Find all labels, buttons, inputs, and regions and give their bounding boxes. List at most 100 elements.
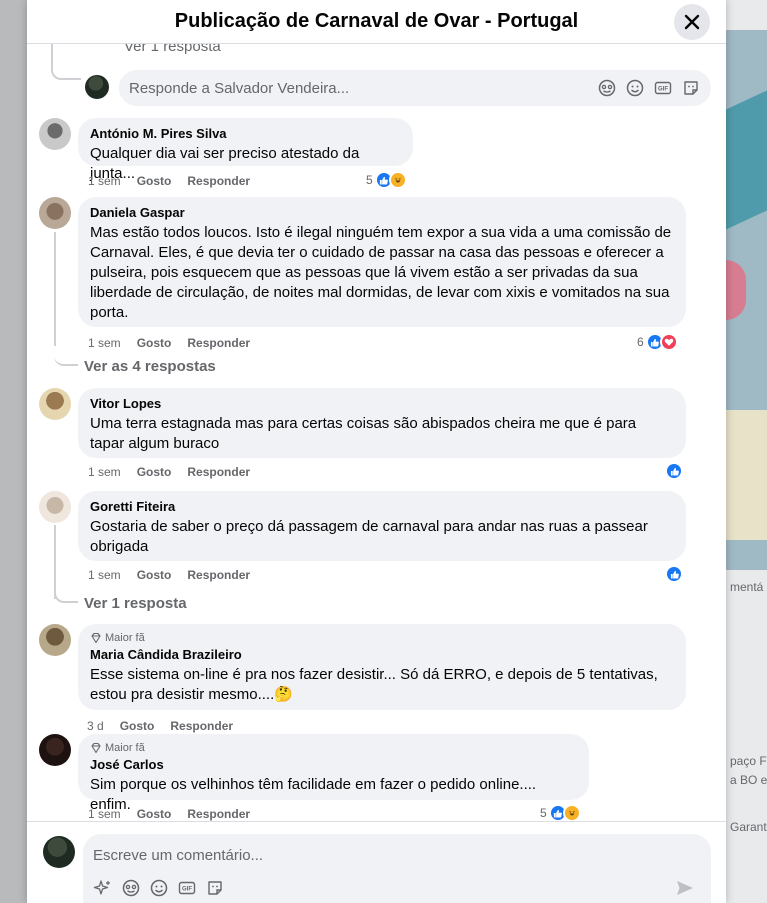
reaction-count: 5 <box>366 173 373 187</box>
emoji-icon[interactable] <box>149 878 169 898</box>
emoji-icon[interactable] <box>625 78 645 98</box>
reaction-summary[interactable]: 5 <box>540 804 581 821</box>
comment-actions: 1 sem Gosto Responder <box>88 336 250 350</box>
comment-time[interactable]: 1 sem <box>88 336 121 350</box>
view-replies-link[interactable]: Ver 1 resposta <box>84 595 187 612</box>
background-post-image <box>726 30 767 570</box>
sparkle-icon[interactable] <box>93 878 113 898</box>
comment-actions: 1 sem Gosto Responder <box>88 568 250 582</box>
gif-icon[interactable]: GIF <box>177 878 197 898</box>
reply-box[interactable]: GIF <box>119 70 711 106</box>
comment-text: Gostaria de saber o preço dá passagem de… <box>90 518 648 555</box>
gif-icon[interactable]: GIF <box>653 78 673 98</box>
comment-author[interactable]: Maria Cândida Brazileiro <box>90 647 674 663</box>
comments-list[interactable]: Ver 1 resposta GIF António M. Pires Silv… <box>27 44 726 821</box>
comment-actions: 3 d Gosto Responder <box>87 719 233 733</box>
avatar[interactable] <box>39 388 71 420</box>
svg-text:GIF: GIF <box>182 887 192 893</box>
comment-bubble: Maior fã José Carlos Sim porque os velhi… <box>78 734 589 813</box>
haha-reaction-icon <box>388 171 407 189</box>
comment-composer: GIF <box>27 821 726 903</box>
comment-time[interactable]: 1 sem <box>88 807 121 821</box>
reply-button[interactable]: Responder <box>187 465 250 479</box>
reply-button[interactable]: Responder <box>170 719 233 733</box>
close-button[interactable] <box>674 4 710 40</box>
reaction-summary[interactable]: 6 <box>637 333 678 351</box>
reply-button[interactable]: Responder <box>187 568 250 582</box>
comment-input[interactable] <box>93 844 493 866</box>
comment-actions: 1 sem Gosto Responder <box>88 465 250 479</box>
like-button[interactable]: Gosto <box>120 719 155 733</box>
reaction-summary[interactable] <box>665 565 683 583</box>
reply-button[interactable]: Responder <box>187 336 250 350</box>
reaction-summary[interactable] <box>665 462 683 480</box>
avatar[interactable] <box>39 197 71 229</box>
sticker-icon[interactable] <box>681 78 701 98</box>
like-button[interactable]: Gosto <box>137 807 172 821</box>
comment-actions: 1 sem Gosto Responder <box>88 174 250 188</box>
reaction-count: 6 <box>637 335 644 349</box>
reaction-summary[interactable]: 5 <box>366 171 407 189</box>
reply-icons: GIF <box>597 78 701 98</box>
comment-bubble: Daniela Gaspar Mas estão todos loucos. I… <box>78 197 686 327</box>
composer-box[interactable]: GIF <box>83 834 711 903</box>
comment-bubble: Maior fã Maria Cândida Brazileiro Esse s… <box>78 624 686 710</box>
thread-line <box>54 232 56 346</box>
reply-row: GIF <box>85 68 713 108</box>
love-reaction-icon <box>659 333 678 351</box>
background-text: mentá <box>730 580 764 594</box>
background-text: a BO e <box>730 773 767 787</box>
diamond-icon <box>91 632 101 644</box>
comment-author[interactable]: António M. Pires Silva <box>90 126 401 142</box>
comment-author[interactable]: Goretti Fiteira <box>90 499 674 515</box>
modal-title: Publicação de Carnaval de Ovar - Portuga… <box>174 10 579 32</box>
top-fan-badge: Maior fã <box>90 742 577 754</box>
comment-text: Uma terra estagnada mas para certas cois… <box>90 415 637 452</box>
avatar[interactable] <box>43 836 75 868</box>
send-icon[interactable] <box>675 878 695 898</box>
comment-text: Mas estão todos loucos. Isto é ilegal ni… <box>90 224 672 321</box>
comment-text: Esse sistema on-line é pra nos fazer des… <box>90 666 658 703</box>
avatar-sticker-icon[interactable] <box>121 878 141 898</box>
like-button[interactable]: Gosto <box>137 465 172 479</box>
haha-reaction-icon <box>562 804 581 821</box>
diamond-icon <box>91 742 101 754</box>
background-left-strip <box>0 0 27 903</box>
like-button[interactable]: Gosto <box>137 336 172 350</box>
reply-button[interactable]: Responder <box>187 174 250 188</box>
sticker-icon[interactable] <box>205 878 225 898</box>
reply-button[interactable]: Responder <box>187 807 250 821</box>
top-fan-label: Maior fã <box>105 742 145 754</box>
avatar[interactable] <box>85 75 109 99</box>
avatar[interactable] <box>39 734 71 766</box>
comment-author[interactable]: Vitor Lopes <box>90 396 674 412</box>
thread-line <box>54 346 78 366</box>
like-button[interactable]: Gosto <box>137 174 172 188</box>
comment-time[interactable]: 1 sem <box>88 568 121 582</box>
comment-bubble: Vitor Lopes Uma terra estagnada mas para… <box>78 388 686 458</box>
reaction-count: 5 <box>540 806 547 820</box>
comment-actions: 1 sem Gosto Responder <box>88 807 250 821</box>
comment-author[interactable]: Daniela Gaspar <box>90 205 674 221</box>
composer-icons: GIF <box>93 878 225 898</box>
background-text: paço F <box>730 754 767 768</box>
comment-bubble: Goretti Fiteira Gostaria de saber o preç… <box>78 491 686 561</box>
comment-author[interactable]: José Carlos <box>90 757 577 773</box>
avatar[interactable] <box>39 491 71 523</box>
avatar-sticker-icon[interactable] <box>597 78 617 98</box>
comment-time[interactable]: 1 sem <box>88 174 121 188</box>
top-fan-badge: Maior fã <box>90 632 674 644</box>
like-reaction-icon <box>665 462 683 480</box>
like-button[interactable]: Gosto <box>137 568 172 582</box>
svg-text:GIF: GIF <box>658 87 668 93</box>
thread-line <box>51 44 81 80</box>
modal-header: Publicação de Carnaval de Ovar - Portuga… <box>27 0 726 44</box>
view-replies-link[interactable]: Ver 1 resposta <box>124 44 221 55</box>
reply-input[interactable] <box>129 78 509 98</box>
comment-time[interactable]: 3 d <box>87 719 104 733</box>
background-text: Garant <box>730 820 767 834</box>
avatar[interactable] <box>39 118 71 150</box>
avatar[interactable] <box>39 624 71 656</box>
view-replies-link[interactable]: Ver as 4 respostas <box>84 358 216 375</box>
comment-time[interactable]: 1 sem <box>88 465 121 479</box>
